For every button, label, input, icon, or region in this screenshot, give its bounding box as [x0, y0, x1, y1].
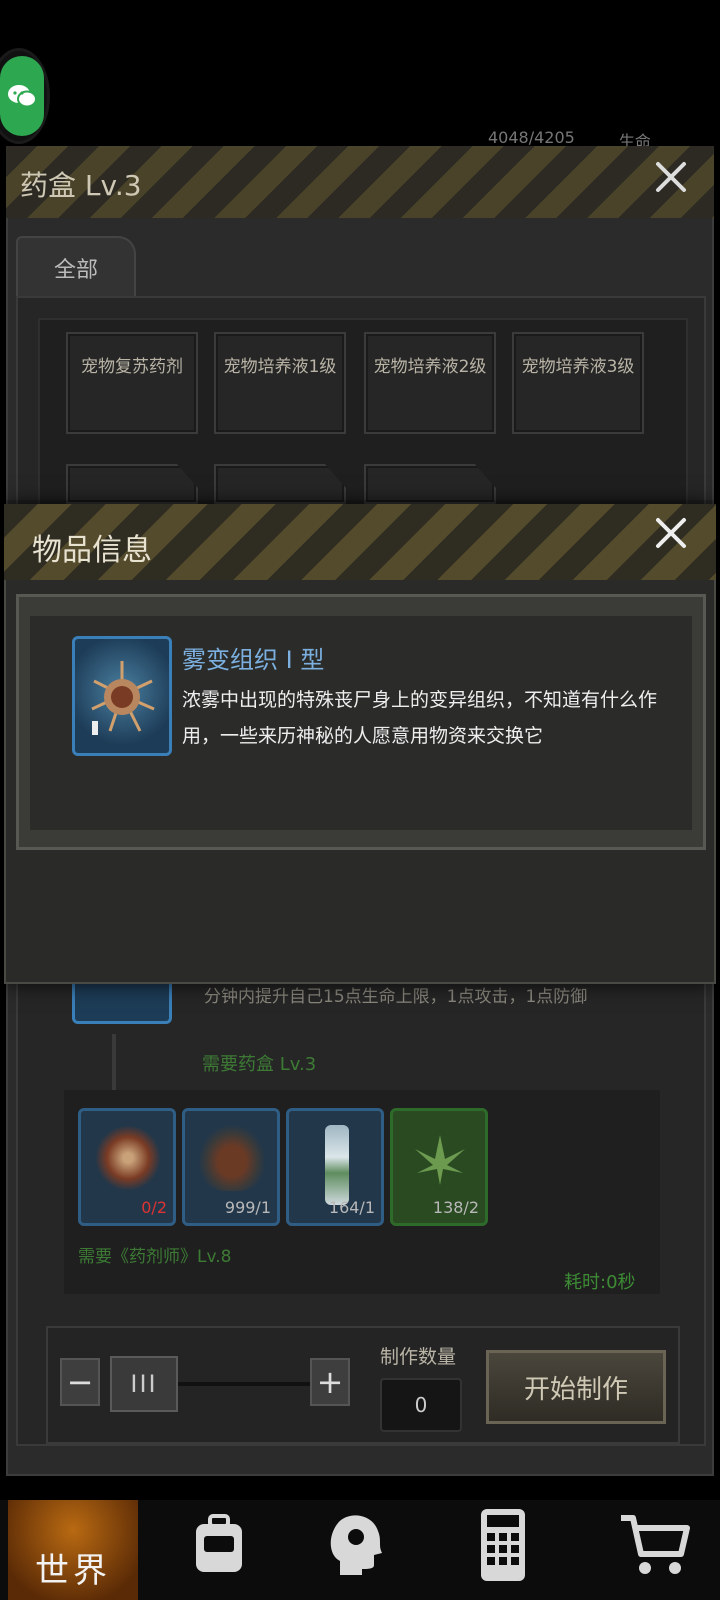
herb-leaf-icon [407, 1125, 473, 1191]
required-skill-level: 需要《药剂师》Lv.8 [78, 1247, 232, 1267]
increase-button[interactable]: + [310, 1358, 350, 1406]
mutant-tissue-icon [95, 1125, 161, 1191]
material-count: 999/1 [224, 1198, 271, 1217]
backpack-icon [196, 1514, 242, 1572]
window-title: 药盒 Lv.3 [20, 169, 142, 202]
close-icon [656, 518, 686, 548]
dialog-close-button[interactable] [654, 514, 688, 558]
start-craft-button[interactable]: 开始制作 [486, 1350, 666, 1424]
decrease-button[interactable]: − [60, 1358, 100, 1406]
craft-time: 耗时:0秒 [564, 1272, 636, 1293]
recipe-card[interactable] [214, 464, 346, 504]
quantity-slider-track[interactable] [176, 1382, 310, 1386]
recipe-card[interactable]: 宠物复苏药剂 [66, 332, 198, 434]
connector-line [112, 1034, 116, 1092]
quantity-field[interactable]: 0 [380, 1378, 462, 1432]
dialog-title: 物品信息 [32, 533, 152, 568]
recipe-label: 宠物培养液2级 [373, 357, 487, 377]
nav-phone-button[interactable] [448, 1500, 558, 1590]
close-icon [656, 162, 686, 192]
recipe-card[interactable] [364, 464, 496, 504]
mutant-tissue-icon [91, 661, 155, 735]
recipe-label: 宠物复苏药剂 [81, 357, 183, 377]
nav-shop-button[interactable] [600, 1500, 710, 1590]
item-name: 雾变组织 I 型 [182, 646, 325, 674]
recipe-effect-text: 分钟内提升自己15点生命上限，1点攻击，1点防御 [204, 987, 588, 1007]
skills-head-icon [330, 1515, 382, 1575]
window-close-button[interactable] [654, 158, 688, 202]
material-slot[interactable]: 0/2 [78, 1108, 176, 1226]
item-description: 浓雾中出现的特殊丧尸身上的变异组织，不知道有什么作用，一些来历神秘的人愿意用物资… [182, 689, 658, 747]
slider-grip-icon: III [130, 1370, 158, 1398]
nav-skills-button[interactable] [300, 1500, 410, 1590]
plus-icon: + [316, 1363, 344, 1401]
item-icon-frame [72, 636, 172, 756]
recipe-card[interactable]: 宠物培养液1级 [214, 332, 346, 434]
recipe-label: 宠物培养液1级 [223, 357, 337, 377]
material-slot[interactable]: 164/1 [286, 1108, 384, 1226]
material-count: 0/2 [141, 1198, 167, 1217]
quantity-slider-handle[interactable]: III [110, 1356, 178, 1412]
water-bottle-icon [325, 1125, 349, 1205]
cart-icon [621, 1515, 690, 1574]
nav-world-button[interactable]: 世界 [8, 1500, 138, 1600]
meat-bowl-icon [199, 1125, 265, 1191]
recipe-card[interactable] [66, 464, 198, 504]
recipe-card[interactable]: 宠物培养液3级 [512, 332, 644, 434]
wechat-icon[interactable] [0, 56, 44, 136]
material-count: 164/1 [328, 1198, 375, 1217]
phone-icon [481, 1509, 525, 1581]
nav-backpack-button[interactable] [164, 1500, 274, 1590]
nav-world-label: 世界 [35, 1551, 111, 1591]
recipe-card[interactable]: 宠物培养液2级 [364, 332, 496, 434]
recipe-label: 宠物培养液3级 [521, 357, 635, 377]
material-slot[interactable]: 999/1 [182, 1108, 280, 1226]
minus-icon: − [66, 1363, 94, 1401]
material-slot[interactable]: 138/2 [390, 1108, 488, 1226]
quantity-label: 制作数量 [380, 1346, 457, 1368]
required-box-level: 需要药盒 Lv.3 [202, 1054, 317, 1075]
material-count: 138/2 [432, 1198, 479, 1217]
tab-all[interactable]: 全部 [16, 236, 136, 298]
